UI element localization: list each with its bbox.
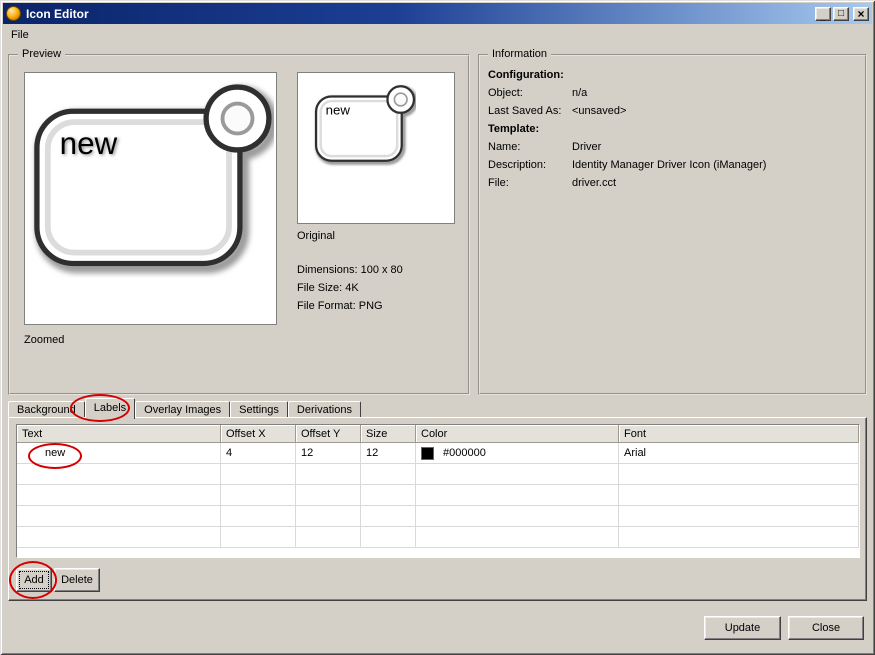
file-format-text: File Format: PNG	[297, 300, 383, 312]
icon-editor-window: Icon Editor _ □ × File Preview new new Z…	[0, 0, 875, 655]
zoomed-preview-image: new new	[24, 72, 277, 325]
app-icon[interactable]	[6, 6, 21, 21]
column-header-offset-x[interactable]: Offset X	[221, 425, 296, 443]
info-label-description: Description:	[488, 159, 547, 171]
menu-file[interactable]: File	[3, 26, 37, 44]
delete-button[interactable]: Delete	[54, 568, 100, 592]
info-value	[572, 68, 859, 86]
info-value	[572, 122, 859, 140]
table-row-empty	[17, 464, 859, 485]
table-cell	[361, 464, 416, 485]
table-cell	[296, 527, 361, 548]
info-label-last-saved-as: Last Saved As:	[488, 105, 562, 117]
info-value-description: Identity Manager Driver Icon (iManager)	[572, 159, 767, 171]
cell-size[interactable]: 12	[361, 443, 416, 464]
table-cell	[619, 506, 859, 527]
information-groupbox: Information Configuration: Object: n/a L…	[478, 48, 867, 395]
table-cell	[416, 527, 619, 548]
cell-font[interactable]: Arial	[619, 443, 859, 464]
table-cell	[221, 506, 296, 527]
cell-offset-x[interactable]: 4	[221, 443, 296, 464]
preview-groupbox: Preview new new Zoomed new Original Dime…	[8, 48, 470, 395]
dimensions-text: Dimensions: 100 x 80	[297, 264, 403, 276]
table-cell	[361, 485, 416, 506]
table-cell	[296, 506, 361, 527]
maximize-button[interactable]: □	[833, 6, 849, 21]
color-hex-text: #000000	[443, 447, 486, 459]
table-cell	[619, 464, 859, 485]
table-cell	[17, 464, 221, 485]
tab-background[interactable]: Background	[8, 401, 85, 417]
cell-offset-y[interactable]: 12	[296, 443, 361, 464]
labels-table: Text Offset X Offset Y Size Color Font n…	[16, 424, 860, 558]
zoomed-caption: Zoomed	[24, 334, 65, 346]
table-cell	[416, 506, 619, 527]
info-value-last-saved-as: <unsaved>	[572, 105, 627, 117]
close-button[interactable]: Close	[788, 616, 864, 640]
table-cell	[17, 485, 221, 506]
tab-labels[interactable]: Labels	[84, 398, 136, 419]
update-button[interactable]: Update	[704, 616, 781, 640]
information-list: Configuration: Object: n/a Last Saved As…	[488, 68, 859, 194]
table-cell	[17, 506, 221, 527]
tab-overlay-images[interactable]: Overlay Images	[135, 401, 231, 417]
table-cell	[296, 485, 361, 506]
table-row-empty	[17, 485, 859, 506]
minimize-button[interactable]: _	[815, 6, 831, 21]
cell-text[interactable]: new	[17, 443, 221, 464]
info-value-name: Driver	[572, 141, 602, 153]
table-cell	[296, 464, 361, 485]
table-cell	[221, 485, 296, 506]
file-size-text: File Size: 4K	[297, 282, 359, 294]
table-row-empty	[17, 527, 859, 548]
window-title: Icon Editor	[26, 6, 89, 21]
column-header-size[interactable]: Size	[361, 425, 416, 443]
table-cell	[416, 485, 619, 506]
column-header-text[interactable]: Text	[17, 425, 221, 443]
info-label-template: Template:	[488, 123, 540, 135]
info-label-object: Object:	[488, 87, 523, 99]
table-cell	[221, 527, 296, 548]
info-label-configuration: Configuration:	[488, 69, 564, 81]
info-value-object: n/a	[572, 87, 588, 99]
table-row[interactable]: new 4 12 12 #000000 Arial	[17, 443, 859, 464]
table-cell	[361, 506, 416, 527]
icon-label-text: new	[326, 102, 351, 117]
table-cell	[619, 485, 859, 506]
original-caption: Original	[297, 230, 335, 242]
info-value-file: driver.cct	[572, 177, 617, 189]
original-preview-image: new	[297, 72, 455, 224]
column-header-font[interactable]: Font	[619, 425, 859, 443]
information-legend: Information	[488, 48, 552, 60]
table-cell	[361, 527, 416, 548]
icon-label-text: new	[60, 126, 118, 161]
color-swatch	[421, 446, 434, 460]
tab-bar: Background Labels Overlay Images Setting…	[8, 398, 361, 419]
table-cell	[416, 464, 619, 485]
column-header-color[interactable]: Color	[416, 425, 619, 443]
table-cell	[221, 464, 296, 485]
cell-color[interactable]: #000000	[416, 443, 619, 464]
close-window-button[interactable]: ×	[853, 6, 869, 21]
info-label-name: Name:	[488, 141, 521, 153]
tab-settings[interactable]: Settings	[230, 401, 288, 417]
add-button[interactable]: Add	[16, 568, 52, 592]
preview-legend: Preview	[18, 48, 66, 60]
table-cell	[619, 527, 859, 548]
menu-bar: File	[3, 25, 872, 45]
tab-derivations[interactable]: Derivations	[287, 401, 361, 417]
table-header-row: Text Offset X Offset Y Size Color Font	[17, 425, 859, 443]
info-label-file: File:	[488, 177, 509, 189]
table-cell	[17, 527, 221, 548]
title-bar[interactable]: Icon Editor _ □ ×	[3, 3, 872, 24]
column-header-offset-y[interactable]: Offset Y	[296, 425, 361, 443]
table-row-empty	[17, 506, 859, 527]
